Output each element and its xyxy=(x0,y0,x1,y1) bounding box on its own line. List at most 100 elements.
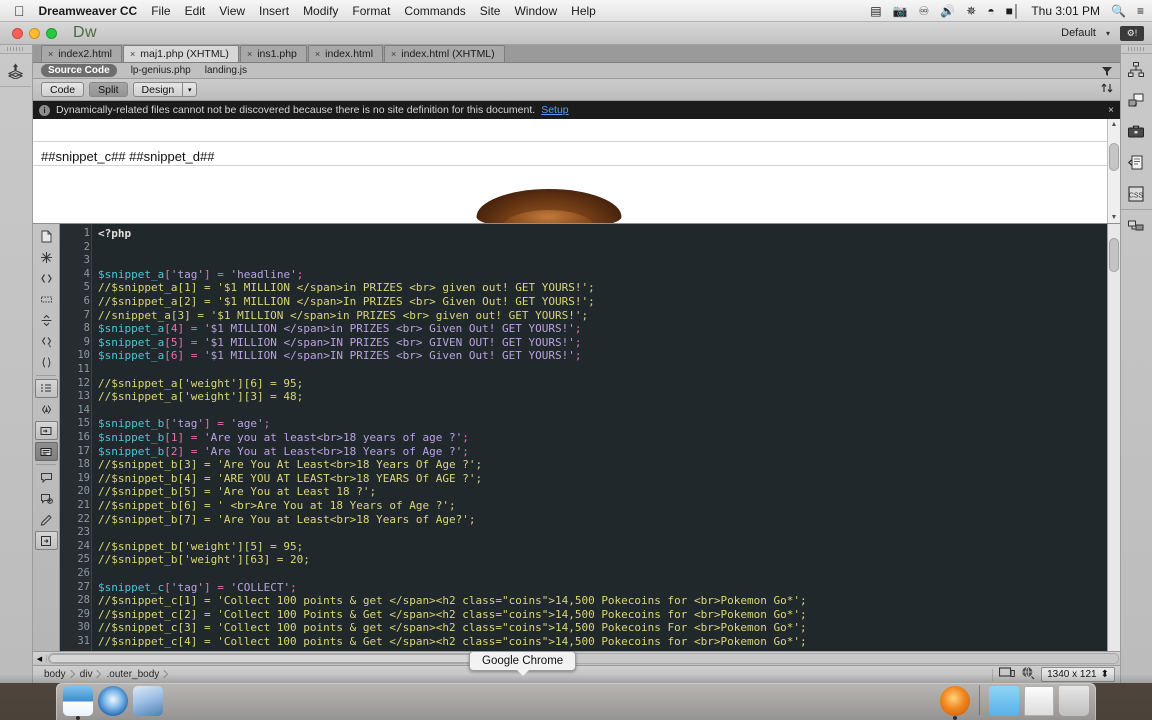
design-scroll-thumb[interactable] xyxy=(1109,143,1119,171)
dock-item-photos[interactable] xyxy=(133,686,163,716)
menu-help[interactable]: Help xyxy=(571,4,596,18)
code-line[interactable]: //snippet_a[3] = '$1 MILLION </span>in P… xyxy=(98,309,588,322)
close-icon[interactable]: × xyxy=(1108,105,1114,116)
site-map-icon[interactable] xyxy=(1121,54,1151,85)
menu-format[interactable]: Format xyxy=(352,4,390,18)
code-line[interactable]: //$snippet_c[4] = 'Collect 100 points & … xyxy=(98,635,807,648)
doc-tab-index[interactable]: × index.html xyxy=(307,45,384,62)
code-line[interactable]: //$snippet_c[1] = 'Collect 100 points & … xyxy=(98,594,807,607)
close-icon[interactable]: × xyxy=(315,49,320,59)
doc-tab-maj1[interactable]: × maj1.php (XHTML) xyxy=(122,45,239,62)
code-line[interactable]: $snippet_b[2] = 'Are You at Least<br>18 … xyxy=(98,445,469,458)
code-line[interactable]: //$snippet_a['weight'][6] = 95; xyxy=(98,377,303,390)
indent-code-icon[interactable] xyxy=(35,510,58,529)
code-line[interactable]: //$snippet_c[2] = 'Collect 100 Points & … xyxy=(98,608,807,621)
split-view-button[interactable]: Split xyxy=(89,82,128,97)
screen-recording-icon[interactable]: ▤ xyxy=(870,5,881,17)
code-line[interactable]: //$snippet_a[2] = '$1 MILLION </span>In … xyxy=(98,295,595,308)
outdent-code-icon[interactable] xyxy=(34,531,58,550)
bluetooth-icon[interactable]: ✵ xyxy=(966,5,976,17)
code-line[interactable]: <?php xyxy=(98,227,131,240)
code-line[interactable]: //$snippet_b[3] = 'Are You At Least<br>1… xyxy=(98,458,482,471)
scroll-up-icon[interactable]: ▲ xyxy=(1108,119,1120,130)
snippets-icon[interactable] xyxy=(1121,147,1151,178)
line-numbers-icon[interactable] xyxy=(34,379,58,398)
menu-commands[interactable]: Commands xyxy=(404,4,465,18)
code-scroll-thumb[interactable] xyxy=(1109,238,1119,272)
menu-app-name[interactable]: Dreamweaver CC xyxy=(39,4,138,18)
code-line[interactable]: $snippet_b['tag'] = 'age'; xyxy=(98,417,270,430)
camera-icon[interactable]: 📷 xyxy=(893,5,908,17)
insert-panel-icon[interactable] xyxy=(0,54,31,87)
highlight-invalid-icon[interactable] xyxy=(35,248,58,267)
code-line[interactable]: $snippet_a[4] = '$1 MILLION </span>in PR… xyxy=(98,322,581,335)
creative-cloud-icon[interactable]: ♾ xyxy=(919,5,930,17)
assets-icon[interactable] xyxy=(1121,85,1151,116)
expand-all-icon[interactable] xyxy=(35,311,58,330)
code-line[interactable]: //$snippet_b[4] = 'ARE YOU AT LEAST<br>1… xyxy=(98,472,482,485)
remove-comment-icon[interactable] xyxy=(34,442,58,461)
dock-item-trash[interactable] xyxy=(1059,686,1089,716)
menu-insert[interactable]: Insert xyxy=(259,4,289,18)
dock-item-finder[interactable] xyxy=(63,686,93,720)
code-text[interactable]: <?php $snippet_a['tag'] = 'headline';//$s… xyxy=(93,224,1120,651)
setup-link[interactable]: Setup xyxy=(541,104,568,116)
menu-window[interactable]: Window xyxy=(514,4,557,18)
menu-edit[interactable]: Edit xyxy=(185,4,206,18)
volume-icon[interactable]: 🔊 xyxy=(940,5,955,17)
code-line[interactable]: //$snippet_b[6] = ' <br>Are You at 18 Ye… xyxy=(98,499,456,512)
scroll-down-icon[interactable]: ▼ xyxy=(1108,212,1120,223)
doc-tab-ins1[interactable]: × ins1.php xyxy=(239,45,307,62)
funnel-icon[interactable] xyxy=(1099,64,1115,78)
code-editor[interactable]: 1 2 3 4 5 6 7 8 9 10 11 12 13 14 15 16 17 18 19 20 21 22 23 24 2… xyxy=(60,224,1120,651)
minimize-window-button[interactable] xyxy=(29,27,40,39)
code-line[interactable]: //$snippet_b['weight'][5] = 95; xyxy=(98,540,303,553)
hscroll-track[interactable] xyxy=(48,653,1119,664)
design-vertical-scrollbar[interactable]: ▲ ▼ xyxy=(1107,119,1120,223)
close-icon[interactable]: × xyxy=(48,49,53,59)
panel-rail-grip[interactable] xyxy=(1121,45,1152,54)
doc-tab-index2[interactable]: × index2.html xyxy=(41,45,122,62)
scroll-left-icon[interactable]: ◀ xyxy=(33,654,47,663)
code-line[interactable]: //$snippet_b[7] = 'Are You at Least<br>1… xyxy=(98,513,476,526)
left-rail-grip[interactable] xyxy=(0,45,32,54)
zoom-window-button[interactable] xyxy=(46,27,57,39)
dock-item-firefox[interactable] xyxy=(940,686,970,720)
highlight-invalid-code-icon[interactable] xyxy=(35,400,58,419)
apply-comment-icon[interactable] xyxy=(34,421,58,440)
menu-clock[interactable]: Thu 3:01 PM xyxy=(1031,4,1100,18)
dock-item-safari[interactable] xyxy=(98,686,128,716)
gear-alert-icon[interactable]: ⚙! xyxy=(1120,25,1144,41)
recent-snippets-icon[interactable] xyxy=(35,468,58,487)
related-file-source-code[interactable]: Source Code xyxy=(41,64,117,77)
chevron-down-icon[interactable]: ▾ xyxy=(183,82,198,97)
close-window-button[interactable] xyxy=(12,27,23,39)
design-view-button[interactable]: Design xyxy=(132,82,184,97)
move-css-rules-icon[interactable] xyxy=(35,489,58,508)
code-line[interactable]: //$snippet_a[1] = '$1 MILLION </span>in … xyxy=(98,281,595,294)
close-icon[interactable]: × xyxy=(247,49,252,59)
select-parent-tag-icon[interactable] xyxy=(35,332,58,351)
files-icon[interactable] xyxy=(1121,210,1151,241)
code-line[interactable]: //$snippet_b[5] = 'Are You at Least 18 ?… xyxy=(98,485,376,498)
dock-item-applications[interactable] xyxy=(989,686,1019,716)
apple-logo-icon[interactable]:  xyxy=(14,4,25,18)
related-file-landing-js[interactable]: landing.js xyxy=(205,65,247,76)
business-catalyst-icon[interactable] xyxy=(1121,116,1151,147)
collapse-outside-icon[interactable] xyxy=(35,290,58,309)
code-line[interactable]: //$snippet_a['weight'][3] = 48; xyxy=(98,390,303,403)
related-file-lp-genius[interactable]: lp-genius.php xyxy=(131,65,191,76)
code-line[interactable]: $snippet_c['tag'] = 'COLLECT'; xyxy=(98,581,297,594)
code-line[interactable]: //$snippet_b['weight'][63] = 20; xyxy=(98,553,310,566)
code-view-button[interactable]: Code xyxy=(41,82,85,97)
workspace-switcher-label[interactable]: Default xyxy=(1061,27,1096,39)
code-line[interactable]: $snippet_b[1] = 'Are you at least<br>18 … xyxy=(98,431,469,444)
code-line[interactable]: $snippet_a[5] = '$1 MILLION </span>IN PR… xyxy=(98,336,581,349)
wifi-icon[interactable]: ◓ xyxy=(987,5,994,17)
code-vertical-scrollbar[interactable] xyxy=(1107,224,1120,651)
doc-tab-index-xhtml[interactable]: × index.html (XHTML) xyxy=(384,45,505,62)
chevron-down-icon[interactable]: ▾ xyxy=(1106,29,1110,38)
menu-file[interactable]: File xyxy=(151,4,170,18)
dock-item-documents[interactable] xyxy=(1024,686,1054,716)
menu-view[interactable]: View xyxy=(219,4,245,18)
